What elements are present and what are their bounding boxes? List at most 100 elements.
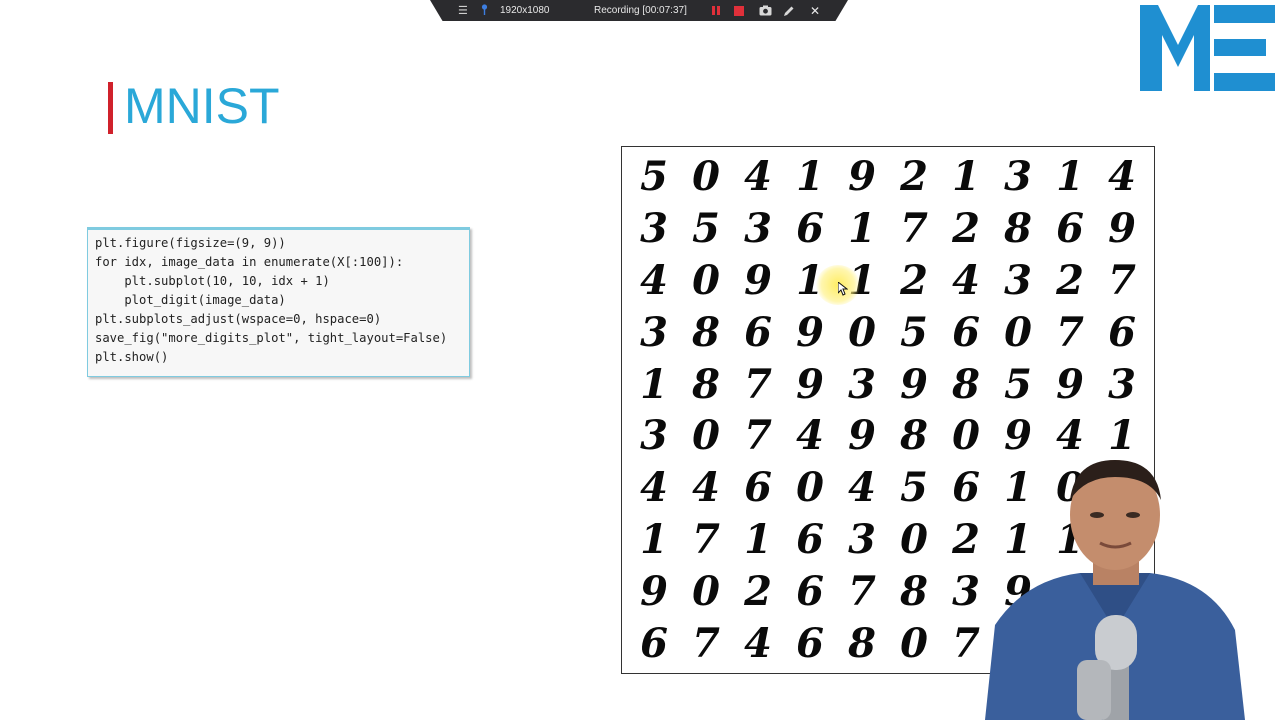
digit-cell: 0 — [692, 567, 720, 615]
digit-cell: 3 — [1108, 360, 1136, 408]
digit-cell: 9 — [1056, 360, 1084, 408]
mouse-cursor-icon — [838, 282, 848, 296]
digit-cell: 6 — [796, 619, 824, 667]
digit-cell: 6 — [744, 464, 772, 512]
digit-cell: 1 — [1056, 153, 1084, 201]
digit-cell: 4 — [1108, 153, 1136, 201]
digit-cell: 6 — [952, 308, 980, 356]
digit-cell: 3 — [1004, 256, 1032, 304]
digit-cell: 9 — [848, 412, 876, 460]
camera-icon — [759, 5, 771, 16]
pin-icon[interactable] — [480, 4, 489, 16]
digit-cell: 6 — [796, 515, 824, 563]
digit-cell: 5 — [692, 205, 720, 253]
digit-cell: 5 — [640, 153, 668, 201]
digit-cell: 5 — [900, 308, 928, 356]
code-line-1: plt.figure(figsize=(9, 9)) — [95, 236, 286, 250]
digit-cell: 5 — [900, 464, 928, 512]
digit-cell: 8 — [1004, 205, 1032, 253]
digit-cell: 9 — [848, 153, 876, 201]
digit-cell: 1 — [640, 360, 668, 408]
digit-cell: 9 — [796, 360, 824, 408]
digit-cell: 1 — [744, 515, 772, 563]
digit-cell: 1 — [952, 153, 980, 201]
digit-cell: 8 — [692, 308, 720, 356]
digit-cell: 7 — [848, 567, 876, 615]
digit-cell: 3 — [640, 412, 668, 460]
digit-cell: 7 — [744, 412, 772, 460]
digit-cell: 8 — [900, 412, 928, 460]
close-icon: ✕ — [809, 3, 821, 18]
digit-cell: 4 — [952, 256, 980, 304]
digit-cell: 9 — [1004, 412, 1032, 460]
digit-cell: 2 — [952, 205, 980, 253]
digit-cell: 4 — [848, 464, 876, 512]
digit-cell: 4 — [796, 412, 824, 460]
digit-cell: 9 — [640, 567, 668, 615]
code-line-2: for idx, image_data in enumerate(X[:100]… — [95, 255, 404, 269]
digit-cell: 7 — [1108, 256, 1136, 304]
code-panel: plt.figure(figsize=(9, 9)) for idx, imag… — [87, 227, 470, 377]
digit-cell: 6 — [796, 567, 824, 615]
title-accent-bar — [108, 82, 113, 134]
digit-cell: 9 — [900, 360, 928, 408]
digit-cell: 6 — [744, 308, 772, 356]
annotate-button[interactable] — [782, 4, 796, 17]
digit-cell: 8 — [952, 360, 980, 408]
digit-cell: 8 — [848, 619, 876, 667]
digit-cell: 3 — [744, 205, 772, 253]
digit-cell: 7 — [692, 515, 720, 563]
digit-cell: 3 — [640, 308, 668, 356]
slide-title: MNIST — [124, 78, 280, 134]
menu-icon[interactable]: ☰ — [458, 4, 468, 17]
digit-cell: 0 — [1004, 308, 1032, 356]
digit-cell: 0 — [692, 412, 720, 460]
screenshot-button[interactable] — [758, 4, 772, 17]
digit-cell: 4 — [744, 619, 772, 667]
digit-cell: 6 — [1108, 308, 1136, 356]
digit-cell: 7 — [692, 619, 720, 667]
code-line-6: save_fig("more_digits_plot", tight_layou… — [95, 331, 448, 345]
code-line-5: plt.subplots_adjust(wspace=0, hspace=0) — [95, 312, 382, 326]
stop-button[interactable] — [732, 4, 746, 17]
digit-cell: 4 — [692, 464, 720, 512]
digit-cell: 4 — [1056, 412, 1084, 460]
digit-cell: 6 — [640, 619, 668, 667]
digit-cell: 0 — [952, 412, 980, 460]
digit-cell: 9 — [744, 256, 772, 304]
digit-cell: 2 — [900, 256, 928, 304]
digit-cell: 4 — [640, 256, 668, 304]
digit-cell: 1 — [796, 153, 824, 201]
digit-cell: 7 — [900, 205, 928, 253]
digit-cell: 2 — [1056, 256, 1084, 304]
digit-cell: 8 — [692, 360, 720, 408]
digit-cell: 0 — [692, 153, 720, 201]
digit-cell: 8 — [900, 567, 928, 615]
digit-cell: 1 — [640, 515, 668, 563]
digit-cell: 6 — [1056, 205, 1084, 253]
code-line-3: plt.subplot(10, 10, idx + 1) — [95, 274, 330, 288]
digit-cell: 0 — [796, 464, 824, 512]
pause-icon — [712, 6, 715, 15]
digit-cell: 4 — [744, 153, 772, 201]
digit-cell: 0 — [692, 256, 720, 304]
code-line-4: plot_digit(image_data) — [95, 293, 286, 307]
recording-status: Recording [00:07:37] — [594, 5, 687, 16]
resolution-label: 1920x1080 — [500, 5, 550, 16]
digit-cell: 7 — [1056, 308, 1084, 356]
close-button[interactable]: ✕ — [808, 3, 822, 18]
digit-cell: 4 — [640, 464, 668, 512]
digit-cell: 1 — [848, 205, 876, 253]
digit-cell: 2 — [900, 153, 928, 201]
pause-button[interactable] — [709, 4, 723, 17]
digit-cell: 6 — [796, 205, 824, 253]
code-line-7: plt.show() — [95, 350, 169, 364]
digit-cell: 5 — [1004, 360, 1032, 408]
recording-toolbar: ☰ 1920x1080 Recording [00:07:37] ✕ — [430, 0, 848, 21]
digit-cell: 0 — [848, 308, 876, 356]
digit-cell: 9 — [796, 308, 824, 356]
digit-cell: 3 — [1004, 153, 1032, 201]
pencil-icon — [784, 6, 794, 16]
code-block: plt.figure(figsize=(9, 9)) for idx, imag… — [95, 234, 447, 367]
digit-cell: 3 — [848, 515, 876, 563]
